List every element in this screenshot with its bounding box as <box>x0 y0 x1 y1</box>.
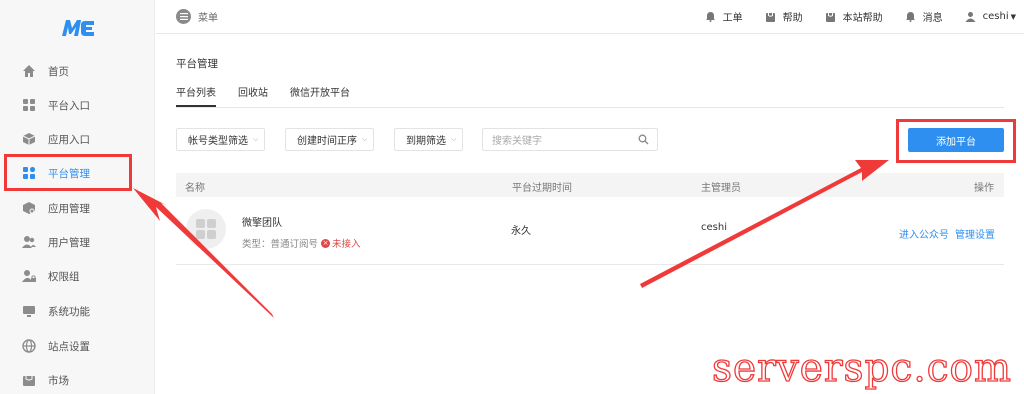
cube-icon <box>22 201 36 215</box>
sidebar-item-market[interactable]: 市场 <box>0 363 155 394</box>
sidebar-item-site-settings[interactable]: 站点设置 <box>0 329 155 363</box>
column-header-expire: 平台过期时间 <box>512 183 572 194</box>
sidebar: 首页 平台入口 应用入口 平台管理 应用管理 用户管理 权限组 系统功能 站点设… <box>0 0 155 394</box>
expire-value: 永久 <box>511 226 531 237</box>
sidebar-item-app-manage[interactable]: 应用管理 <box>0 191 155 225</box>
user-lock-icon <box>22 269 36 283</box>
users-icon <box>22 235 36 249</box>
bag-icon <box>825 11 836 22</box>
header-link-messages[interactable]: 消息 <box>905 9 943 24</box>
manage-settings-link[interactable]: 管理设置 <box>955 226 995 241</box>
tabs: 平台列表 回收站 微信开放平台 <box>176 84 1004 108</box>
user-menu[interactable]: ceshi ▼ <box>965 11 1016 22</box>
sidebar-item-label: 应用管理 <box>48 202 90 215</box>
sidebar-item-label: 权限组 <box>48 270 80 283</box>
column-header-admin: 主管理员 <box>701 183 741 194</box>
sidebar-item-home[interactable]: 首页 <box>0 54 155 88</box>
box-icon <box>22 132 36 146</box>
globe-icon <box>22 339 36 353</box>
sidebar-item-label: 站点设置 <box>48 340 90 353</box>
page-title: 平台管理 <box>176 58 218 70</box>
tab-platform-list[interactable]: 平台列表 <box>176 84 216 107</box>
bell-icon <box>905 11 916 22</box>
menu-label: 菜单 <box>198 13 218 24</box>
watermark: serverspc.com <box>711 345 1013 391</box>
mc-logo[interactable] <box>60 17 96 39</box>
home-icon <box>22 64 36 78</box>
caret-down-icon: ▼ <box>1010 12 1016 21</box>
account-avatar <box>186 209 226 249</box>
bell-icon <box>705 11 716 22</box>
search-icon[interactable] <box>638 134 649 145</box>
sidebar-item-user-manage[interactable]: 用户管理 <box>0 225 155 259</box>
bag-icon <box>765 11 776 22</box>
user-icon <box>965 11 976 22</box>
username: ceshi <box>982 11 1009 22</box>
sidebar-item-permission-group[interactable]: 权限组 <box>0 259 155 293</box>
column-header-name: 名称 <box>185 183 205 194</box>
header-link-ticket[interactable]: 工单 <box>705 9 743 24</box>
account-name: 微擎团队 <box>242 218 282 229</box>
header-link-help[interactable]: 帮助 <box>765 9 803 24</box>
grid-icon <box>22 98 36 112</box>
search-placeholder: 搜索关键字 <box>492 136 542 147</box>
menu-toggle[interactable]: 菜单 <box>176 9 218 24</box>
chevron-down-icon: ⌵ <box>253 135 259 143</box>
market-icon <box>22 373 36 387</box>
filter-account-type[interactable]: 帐号类型筛选 ⌵ <box>176 128 265 151</box>
sidebar-item-label: 平台入口 <box>48 99 90 112</box>
sidebar-item-platform-entry[interactable]: 平台入口 <box>0 88 155 122</box>
table-row: 微擎团队 类型：普通订阅号 × 未接入 永久 ceshi 进入公众号 管理设置 <box>176 197 1004 265</box>
chevron-down-icon: ⌵ <box>362 135 368 143</box>
header-link-site-help[interactable]: 本站帮助 <box>825 9 883 24</box>
table-header: 名称 平台过期时间 主管理员 操作 <box>176 173 1004 197</box>
column-header-actions: 操作 <box>974 183 994 194</box>
top-bar: 菜单 工单 帮助 本站帮助 消息 ceshi ▼ <box>156 0 1024 34</box>
sidebar-item-system[interactable]: 系统功能 <box>0 294 155 328</box>
tab-wechat-open-platform[interactable]: 微信开放平台 <box>290 84 350 107</box>
annotation-box-add-button <box>896 119 1016 163</box>
header-links: 工单 帮助 本站帮助 消息 ceshi ▼ <box>683 9 1016 24</box>
enter-account-link[interactable]: 进入公众号 <box>899 226 949 241</box>
status-badge: 未接入 <box>332 239 361 250</box>
filter-expiry[interactable]: 到期筛选 ⌵ <box>394 128 463 151</box>
account-type: 类型：普通订阅号 × 未接入 <box>242 236 361 250</box>
error-icon: × <box>321 238 331 248</box>
annotation-box-sidebar <box>4 154 132 191</box>
sidebar-item-label: 应用入口 <box>48 133 90 146</box>
admin-value: ceshi <box>701 222 727 233</box>
menu-icon <box>176 9 191 24</box>
filter-created-order[interactable]: 创建时间正序 ⌵ <box>285 128 374 151</box>
sidebar-item-app-entry[interactable]: 应用入口 <box>0 122 155 156</box>
sidebar-item-label: 市场 <box>48 374 69 387</box>
sidebar-item-label: 首页 <box>48 65 69 78</box>
monitor-icon <box>22 304 36 318</box>
tab-recycle-bin[interactable]: 回收站 <box>238 84 268 107</box>
sidebar-item-label: 用户管理 <box>48 236 90 249</box>
search-input[interactable]: 搜索关键字 <box>482 128 658 151</box>
sidebar-item-label: 系统功能 <box>48 305 90 318</box>
chevron-down-icon: ⌵ <box>451 135 457 143</box>
